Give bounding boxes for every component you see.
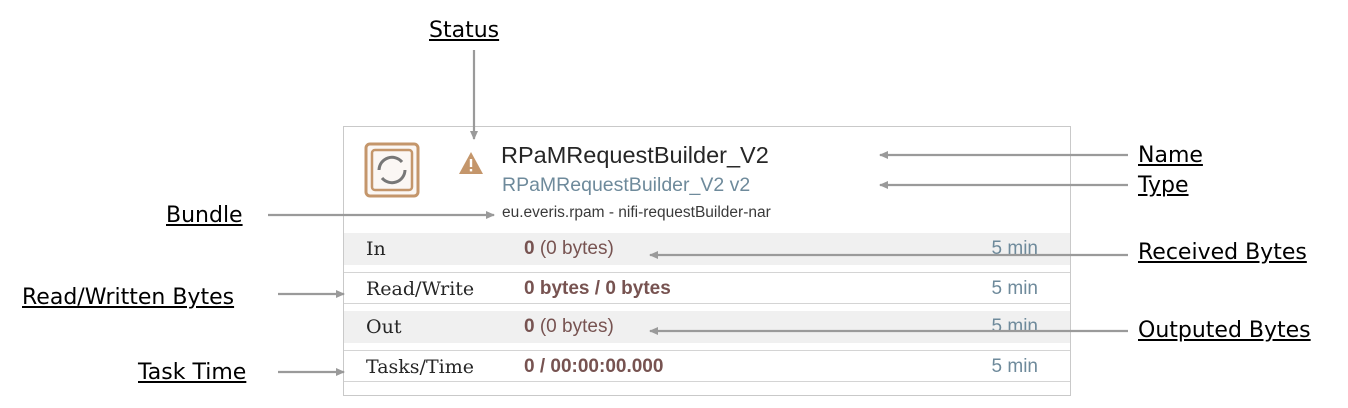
annotation-arrows bbox=[268, 50, 1128, 376]
